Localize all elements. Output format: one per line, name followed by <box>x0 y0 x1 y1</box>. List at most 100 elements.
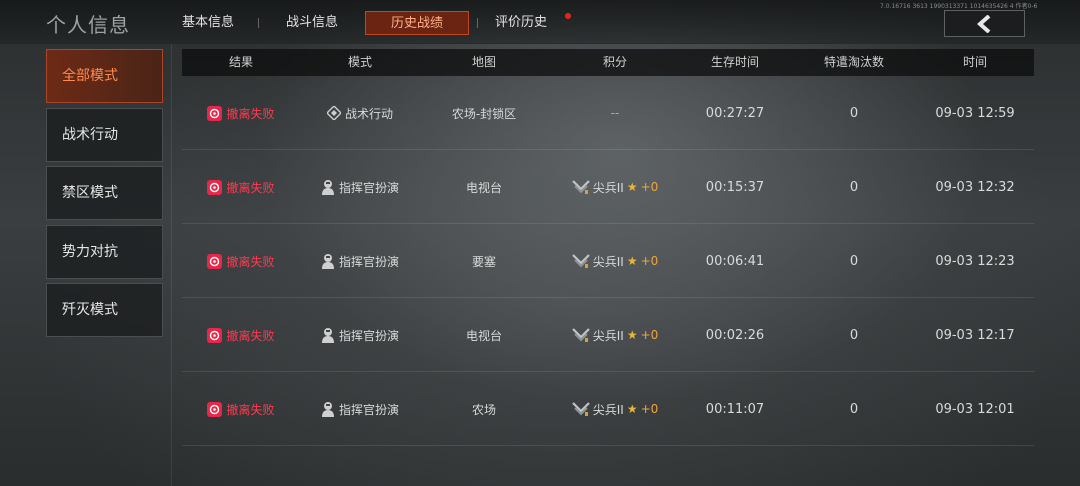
survival-time-cell: 00:27:27 <box>705 105 765 121</box>
extraction-failed-icon <box>207 105 223 121</box>
tab-basic-info[interactable]: 基本信息 <box>176 11 240 35</box>
table-row[interactable]: 撤离失败 战术行动 农场-封锁区 -- 00:27:27 0 09-03 12:… <box>182 76 1034 150</box>
sidebar-item-tactical[interactable]: 战术行动 <box>46 108 163 162</box>
star-icon: ★ <box>626 254 638 268</box>
tab-review-history[interactable]: 评价历史 <box>488 11 554 35</box>
extraction-failed-icon <box>207 401 223 417</box>
mode-label: 指挥官扮演 <box>338 402 399 417</box>
column-header-mode: 模式 <box>347 55 372 69</box>
column-header-time: 时间 <box>962 55 987 69</box>
table-row[interactable]: 撤离失败 指挥官扮演 要塞 尖兵II ★ +0 00:06:41 0 09-03… <box>182 224 1034 298</box>
mode-label: 指挥官扮演 <box>338 328 399 343</box>
time-cell: 09-03 12:17 <box>935 327 1015 343</box>
table-row[interactable]: 撤离失败 指挥官扮演 电视台 尖兵II ★ +0 00:02:26 0 09-0… <box>182 298 1034 372</box>
rank-chevron-icon <box>571 402 590 416</box>
result-cell: 撤离失败 <box>182 372 300 446</box>
notification-dot <box>565 13 571 19</box>
version-text: 7.0.16716 3613 1990313371 1014635426 4 作… <box>880 3 1038 10</box>
result-cell: 撤离失败 <box>182 76 300 150</box>
commander-icon <box>321 254 334 269</box>
rank-chevron-icon <box>571 180 590 194</box>
result-label: 撤离失败 <box>226 180 275 195</box>
score-change: +0 <box>640 254 659 268</box>
score-cell: 尖兵II ★ +0 <box>548 224 682 298</box>
survival-time-cell: 00:11:07 <box>705 401 765 417</box>
map-cell: 农场 <box>471 402 496 417</box>
time-cell: 09-03 12:32 <box>935 179 1015 195</box>
sidebar-divider <box>171 44 172 486</box>
tab-divider <box>258 18 259 28</box>
result-label: 撤离失败 <box>226 106 275 121</box>
survival-time-cell: 00:06:41 <box>705 253 765 269</box>
rank-chevron-icon <box>571 254 590 268</box>
time-cell: 09-03 12:01 <box>935 401 1015 417</box>
result-label: 撤离失败 <box>226 328 275 343</box>
tab-battle-info[interactable]: 战斗信息 <box>280 11 344 35</box>
mode-label: 战术行动 <box>344 106 393 121</box>
result-cell: 撤离失败 <box>182 224 300 298</box>
commander-icon <box>321 180 334 195</box>
kills-cell: 0 <box>849 327 859 343</box>
score-cell: 尖兵II ★ +0 <box>548 150 682 224</box>
mode-cell: 指挥官扮演 <box>300 224 420 298</box>
tab-divider <box>477 18 478 28</box>
mode-label: 指挥官扮演 <box>338 254 399 269</box>
table-row[interactable]: 撤离失败 指挥官扮演 电视台 尖兵II ★ +0 00:15:37 0 09-0… <box>182 150 1034 224</box>
mode-cell: 指挥官扮演 <box>300 298 420 372</box>
kills-cell: 0 <box>849 105 859 121</box>
extraction-failed-icon <box>207 179 223 195</box>
tab-match-history[interactable]: 历史战绩 <box>365 11 469 35</box>
rank-label: 尖兵II <box>592 180 624 195</box>
column-header-map: 地图 <box>471 55 496 69</box>
map-cell: 农场-封锁区 <box>451 106 517 121</box>
column-header-result: 结果 <box>228 55 253 69</box>
score-cell: -- <box>610 106 620 120</box>
commander-icon <box>321 402 334 417</box>
survival-time-cell: 00:15:37 <box>705 179 765 195</box>
star-icon: ★ <box>626 180 638 194</box>
back-button[interactable] <box>944 10 1025 37</box>
diamond-icon <box>326 106 341 120</box>
map-cell: 电视台 <box>465 180 502 195</box>
sidebar-item-faction[interactable]: 势力对抗 <box>46 225 163 279</box>
mode-cell: 指挥官扮演 <box>300 150 420 224</box>
score-change: +0 <box>640 402 659 416</box>
chevron-left-icon <box>976 15 991 33</box>
result-label: 撤离失败 <box>226 254 275 269</box>
page-title: 个人信息 <box>46 13 130 37</box>
column-header-survival: 生存时间 <box>710 55 759 69</box>
sidebar-item-all-modes[interactable]: 全部模式 <box>46 49 163 103</box>
star-icon: ★ <box>626 328 638 342</box>
mode-cell: 指挥官扮演 <box>300 372 420 446</box>
table-header: 结果 模式 地图 积分 生存时间 特遣淘汰数 时间 <box>182 49 1034 76</box>
star-icon: ★ <box>626 402 638 416</box>
map-cell: 电视台 <box>465 328 502 343</box>
rank-label: 尖兵II <box>592 254 624 269</box>
kills-cell: 0 <box>849 253 859 269</box>
map-cell: 要塞 <box>471 254 496 269</box>
kills-cell: 0 <box>849 401 859 417</box>
extraction-failed-icon <box>207 327 223 343</box>
mode-cell: 战术行动 <box>300 76 420 150</box>
score-cell: 尖兵II ★ +0 <box>548 298 682 372</box>
score-change: +0 <box>640 180 659 194</box>
commander-icon <box>321 328 334 343</box>
score-cell: 尖兵II ★ +0 <box>548 372 682 446</box>
result-cell: 撤离失败 <box>182 150 300 224</box>
score-change: +0 <box>640 328 659 342</box>
sidebar-item-restricted[interactable]: 禁区模式 <box>46 166 163 220</box>
top-bar: 个人信息 基本信息 战斗信息 历史战绩 评价历史 7.0.16716 3613 … <box>0 0 1080 44</box>
table-row[interactable]: 撤离失败 指挥官扮演 农场 尖兵II ★ +0 00:11:07 0 09-03… <box>182 372 1034 446</box>
rank-chevron-icon <box>571 328 590 342</box>
column-header-score: 积分 <box>602 55 627 69</box>
result-label: 撤离失败 <box>226 402 275 417</box>
time-cell: 09-03 12:59 <box>935 105 1015 121</box>
survival-time-cell: 00:02:26 <box>705 327 765 343</box>
rank-label: 尖兵II <box>592 328 624 343</box>
result-cell: 撤离失败 <box>182 298 300 372</box>
sidebar-item-annihilation[interactable]: 歼灭模式 <box>46 283 163 337</box>
extraction-failed-icon <box>207 253 223 269</box>
mode-label: 指挥官扮演 <box>338 180 399 195</box>
rank-label: 尖兵II <box>592 402 624 417</box>
kills-cell: 0 <box>849 179 859 195</box>
